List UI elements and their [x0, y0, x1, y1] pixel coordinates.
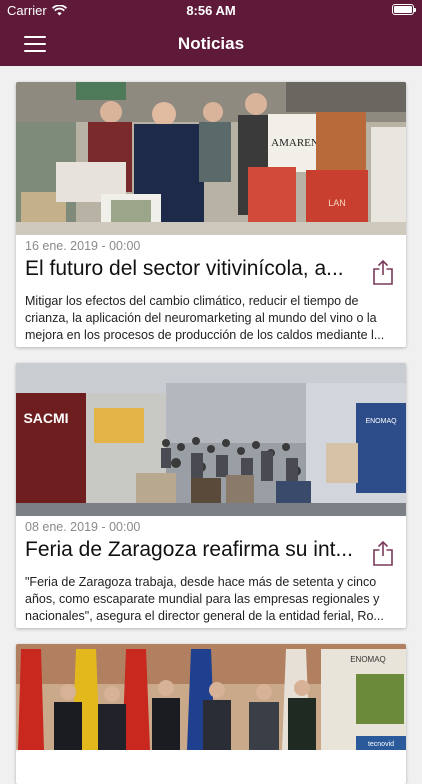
news-photo[interactable]: AMAREN LAN — [16, 82, 406, 235]
news-photo[interactable]: ENOMAQ tecnovid — [16, 644, 406, 750]
image-text-poster-sub: tecnovid — [368, 741, 394, 748]
article-title[interactable]: El futuro del sector vitivinícola, a... — [25, 257, 361, 281]
article-date: 16 ene. 2019 - 00:00 — [25, 239, 141, 253]
page-title: Noticias — [177, 34, 245, 53]
image-text-brand: AMAREN — [271, 137, 319, 149]
battery-icon — [392, 4, 416, 15]
image-text-stand: SACMI — [23, 410, 68, 426]
image-text-poster: ENOMAQ — [350, 655, 386, 664]
navigation-bar: Noticias — [0, 22, 422, 66]
news-card[interactable]: AMAREN LAN 16 ene. 2019 - 00:00 El futur… — [16, 82, 406, 347]
status-bar: Carrier 8:56 AM — [0, 0, 422, 22]
article-date: 08 ene. 2019 - 00:00 — [25, 520, 141, 534]
image-text-box: LAN — [328, 198, 346, 208]
article-title[interactable]: Feria de Zaragoza reafirma su int... — [25, 538, 361, 562]
share-icon[interactable] — [372, 259, 394, 285]
clock: 8:56 AM — [186, 3, 236, 18]
share-icon[interactable] — [372, 540, 394, 566]
news-card[interactable]: SACMI ENOMAQ 08 ene. 2019 - 00:00 Feria … — [16, 363, 406, 628]
article-summary: Mitigar los efectos del cambio climático… — [25, 294, 385, 342]
news-card[interactable]: ENOMAQ tecnovid — [16, 644, 406, 784]
news-photo[interactable]: SACMI ENOMAQ — [16, 363, 406, 516]
article-summary: "Feria de Zaragoza trabaja, desde hace m… — [25, 575, 384, 623]
image-text-banner: ENOMAQ — [365, 418, 397, 425]
